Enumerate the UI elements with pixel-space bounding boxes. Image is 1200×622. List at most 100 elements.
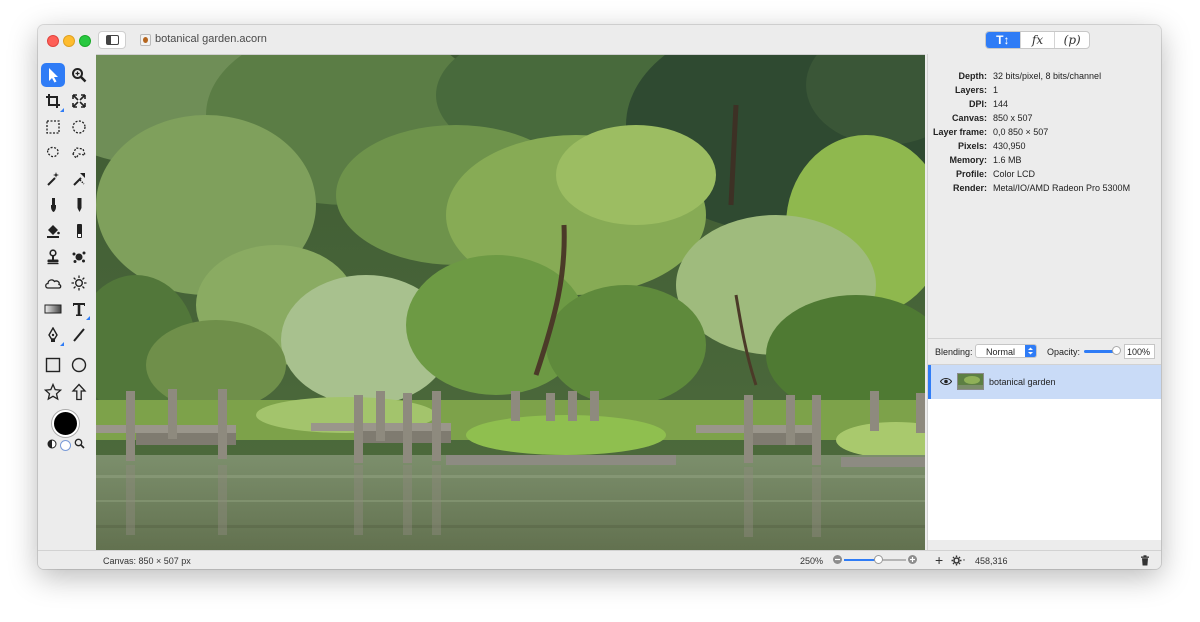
clone-stamp-icon <box>47 249 59 265</box>
pen-button[interactable] <box>41 323 65 347</box>
zoom-window-button[interactable] <box>79 35 91 47</box>
brush-button[interactable] <box>41 193 65 217</box>
sun-icon <box>71 275 87 291</box>
text-tool-button[interactable] <box>67 297 91 321</box>
swap-colors-icon[interactable] <box>47 439 57 449</box>
info-row-memory: Memory: 1.6 MB <box>928 152 1161 166</box>
document-title: botanical garden.acorn <box>155 33 267 45</box>
info-row-canvas: Canvas: 850 x 507 <box>928 110 1161 124</box>
tool-palette <box>38 54 96 550</box>
text-icon <box>73 303 85 316</box>
color-picker-zoom-icon[interactable] <box>74 438 85 449</box>
inspector-panel: Depth: 32 bits/pixel, 8 bits/channel Laye… <box>927 54 1161 550</box>
trash-icon[interactable] <box>1140 555 1150 566</box>
opacity-slider-knob[interactable] <box>1112 346 1121 355</box>
info-label: Canvas: <box>951 113 987 123</box>
oval-button[interactable] <box>67 353 91 377</box>
background-color-well[interactable] <box>60 440 71 451</box>
info-label: Profile: <box>955 169 987 179</box>
app-window: botanical garden.acorn T↕ fx (p) Depth: … <box>38 25 1161 569</box>
color-select-button[interactable] <box>67 167 91 191</box>
info-value: 32 bits/pixel, 8 bits/channel <box>993 71 1102 81</box>
polygon-lasso-icon <box>72 147 86 160</box>
opacity-label: Opacity: <box>1047 347 1081 357</box>
crop-tool-button[interactable] <box>41 89 65 113</box>
tab-filters[interactable]: fx <box>1019 32 1055 48</box>
info-label: Memory: <box>949 155 987 165</box>
eraser-button[interactable] <box>67 219 91 243</box>
smudge-button[interactable] <box>67 245 91 269</box>
clone-stamp-button[interactable] <box>41 245 65 269</box>
eye-icon[interactable] <box>940 377 952 386</box>
info-row-profile: Profile: Color LCD <box>928 166 1161 180</box>
rect-select-button[interactable] <box>41 115 65 139</box>
rectangle-icon <box>45 357 61 373</box>
sidebar-toggle-button[interactable] <box>98 31 126 49</box>
lasso-icon <box>46 146 59 158</box>
polygon-lasso-button[interactable] <box>67 141 91 165</box>
opacity-value: 100% <box>1127 347 1151 357</box>
tab-tools-inspector[interactable]: T↕ <box>986 32 1020 48</box>
info-label: Depth: <box>958 71 988 81</box>
status-bar: Canvas: 850 × 507 px 250% + 458,316 <box>38 550 1161 569</box>
opacity-field[interactable]: 100% <box>1124 344 1155 359</box>
oval-icon <box>71 357 87 373</box>
line-button[interactable] <box>67 323 91 347</box>
paint-bucket-button[interactable] <box>41 219 65 243</box>
pen-icon <box>48 327 58 342</box>
sidebar-icon <box>106 35 119 45</box>
line-icon <box>73 328 85 342</box>
info-row-layers: Layers: 1 <box>928 82 1161 96</box>
info-value: 0,0 850 × 507 <box>993 127 1049 137</box>
info-value: Color LCD <box>993 169 1036 179</box>
arrow-button[interactable] <box>67 380 91 404</box>
layers-list: botanical garden <box>928 364 1161 540</box>
info-value: 850 x 507 <box>993 113 1033 123</box>
canvas-size-label: Canvas: 850 × 507 px <box>103 556 191 566</box>
document-icon <box>140 34 151 46</box>
info-row-layer-frame: Layer frame: 0,0 850 × 507 <box>928 124 1161 138</box>
paint-bucket-icon <box>47 225 60 238</box>
zoom-slider-knob[interactable] <box>874 555 883 564</box>
magic-wand-icon <box>47 172 59 186</box>
move-tool-icon <box>49 68 58 83</box>
info-value: 144 <box>993 99 1009 109</box>
info-label: Layers: <box>954 85 987 95</box>
magic-wand-button[interactable] <box>41 167 65 191</box>
add-layer-icon[interactable]: + <box>935 552 943 568</box>
title-bar: botanical garden.acorn T↕ fx (p) <box>38 25 1161 54</box>
ellipse-select-button[interactable] <box>67 115 91 139</box>
rectangle-button[interactable] <box>41 353 65 377</box>
gradient-button[interactable] <box>41 297 65 321</box>
arrow-icon <box>71 383 87 401</box>
transform-tool-icon <box>72 94 86 108</box>
foreground-color-well[interactable] <box>52 410 79 437</box>
move-tool-button[interactable] <box>41 63 65 87</box>
layer-controls: Blending: Normal Opacity: 100% <box>928 338 1161 364</box>
cloud-button[interactable] <box>41 271 65 295</box>
brush-icon <box>51 198 56 212</box>
layer-row[interactable]: botanical garden <box>928 365 1161 399</box>
blending-label: Blending: <box>935 347 973 357</box>
star-button[interactable] <box>41 380 65 404</box>
blending-select[interactable]: Normal <box>975 344 1037 358</box>
transform-tool-button[interactable] <box>67 89 91 113</box>
layer-thumbnail <box>957 373 984 390</box>
minimize-button[interactable] <box>63 35 75 47</box>
pencil-button[interactable] <box>67 193 91 217</box>
pencil-icon <box>77 198 82 212</box>
plugins-icon: (p) <box>1063 33 1081 47</box>
tab-plugins[interactable]: (p) <box>1054 32 1089 48</box>
gear-icon[interactable] <box>951 555 967 566</box>
zoom-in-icon[interactable] <box>908 555 917 564</box>
color-select-icon <box>73 173 85 186</box>
zoom-tool-button[interactable] <box>67 63 91 87</box>
image-canvas[interactable] <box>96 54 925 550</box>
lasso-button[interactable] <box>41 141 65 165</box>
close-button[interactable] <box>47 35 59 47</box>
zoom-out-icon[interactable] <box>833 555 842 564</box>
info-row-depth: Depth: 32 bits/pixel, 8 bits/channel <box>928 68 1161 82</box>
garden-image <box>96 55 925 550</box>
info-label: DPI: <box>969 99 987 109</box>
sun-button[interactable] <box>67 271 91 295</box>
